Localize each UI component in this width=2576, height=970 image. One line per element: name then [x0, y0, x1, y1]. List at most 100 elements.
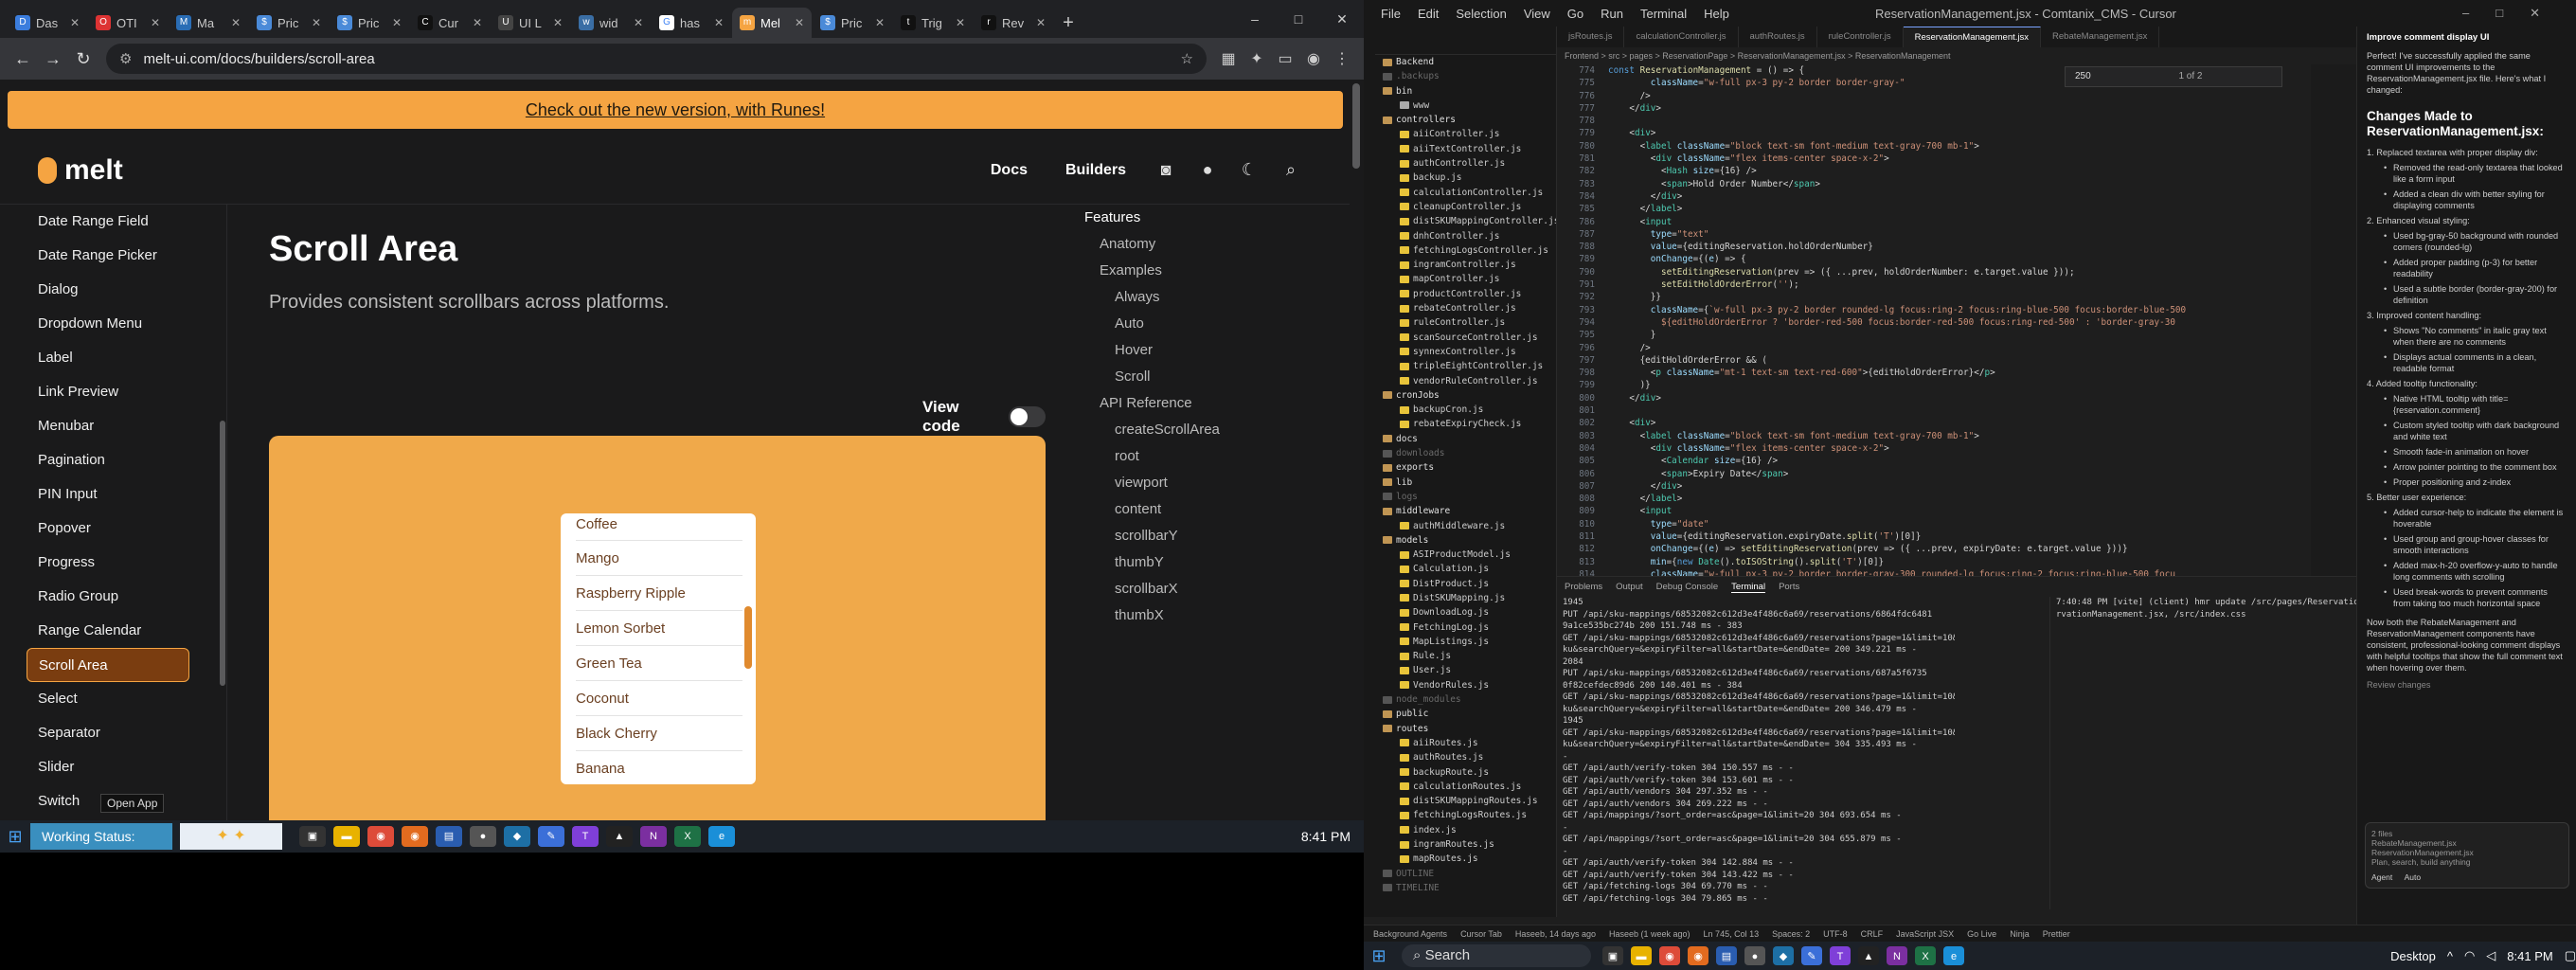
status-item[interactable]: Go Live: [1967, 929, 1996, 939]
toc-link[interactable]: thumbX: [1084, 602, 1331, 629]
status-item[interactable]: JavaScript JSX: [1896, 929, 1954, 939]
forward-icon[interactable]: →: [38, 44, 68, 74]
explorer-item[interactable]: backupRoute.js: [1375, 765, 1556, 780]
status-item[interactable]: Cursor Tab: [1460, 929, 1502, 939]
status-item[interactable]: Haseeb, 14 days ago: [1515, 929, 1596, 939]
toc-link[interactable]: viewport: [1084, 470, 1331, 496]
browser-tab[interactable]: w wid ✕: [571, 8, 651, 38]
sidebar-item[interactable]: Date Range Field: [27, 205, 226, 239]
sidebar-item[interactable]: Range Calendar: [27, 614, 226, 648]
browser-tab[interactable]: r Rev ✕: [974, 8, 1053, 38]
explorer-item[interactable]: distSKUMappingController.js: [1375, 214, 1556, 228]
app-icon[interactable]: ▤: [1716, 946, 1737, 965]
explorer-item[interactable]: scanSourceController.js: [1375, 331, 1556, 345]
reload-icon[interactable]: ↻: [68, 44, 98, 74]
editor-tab[interactable]: authRoutes.js: [1739, 27, 1817, 47]
explorer-item[interactable]: calculationRoutes.js: [1375, 780, 1556, 794]
panel-tab[interactable]: Debug Console: [1656, 582, 1719, 592]
explorer-item[interactable]: authController.js: [1375, 156, 1556, 171]
melt-logo[interactable]: melt: [38, 154, 123, 187]
extension-icon[interactable]: ▦: [1214, 49, 1243, 68]
terminal-backend[interactable]: 1945 PUT /api/sku-mappings/68532082c612d3…: [1557, 597, 1955, 909]
windows-start-icon-right[interactable]: ⊞: [1364, 940, 1394, 970]
browser-tab[interactable]: Ghas ✕: [652, 8, 731, 38]
github-icon[interactable]: ●: [1187, 160, 1228, 180]
nav-builders[interactable]: Builders: [1065, 162, 1126, 179]
view-code-switch[interactable]: [1008, 406, 1046, 427]
explorer-item[interactable]: TIMELINE: [1375, 881, 1556, 895]
status-item[interactable]: CRLF: [1861, 929, 1884, 939]
toc-link[interactable]: Always: [1084, 284, 1331, 311]
status-item[interactable]: Prettier: [2043, 929, 2070, 939]
editor-tab[interactable]: ReservationManagement.jsx: [1903, 27, 2042, 47]
vscode-icon[interactable]: ◆: [1773, 946, 1794, 965]
sidebar-item[interactable]: Menubar: [27, 409, 226, 443]
excel-icon[interactable]: X: [1915, 946, 1936, 965]
explorer-item[interactable]: .backups: [1375, 69, 1556, 83]
cursor-icon[interactable]: ▲: [606, 826, 633, 847]
toc-link[interactable]: Examples: [1084, 258, 1331, 284]
profile-icon[interactable]: ◉: [1299, 49, 1328, 68]
tab-close-icon[interactable]: ✕: [1036, 16, 1046, 29]
edge-icon[interactable]: e: [1943, 946, 1964, 965]
scrollbar-thumb[interactable]: [744, 606, 752, 669]
editor-breadcrumb[interactable]: Frontend > src > pages > ReservationPage…: [1557, 47, 2371, 64]
sidebar-item[interactable]: Separator: [27, 716, 226, 750]
wifi-icon[interactable]: ◠: [2464, 948, 2475, 963]
explorer-item[interactable]: Backend: [1375, 55, 1556, 69]
tab-close-icon[interactable]: ✕: [714, 16, 724, 29]
status-item[interactable]: Haseeb (1 week ago): [1609, 929, 1690, 939]
toc-link[interactable]: Scroll: [1084, 364, 1331, 390]
editor-tab[interactable]: jsRoutes.js: [1557, 27, 1625, 47]
changed-file[interactable]: RebateManagement.jsx: [2371, 838, 2563, 848]
explorer-item[interactable]: aiiRoutes.js: [1375, 736, 1556, 750]
sidebar-item[interactable]: Label: [27, 341, 226, 375]
editor-tab[interactable]: calculationController.js: [1624, 27, 1739, 47]
editor-tab[interactable]: RebateManagement.jsx: [2041, 27, 2160, 47]
chrome-icon[interactable]: ◉: [1659, 946, 1680, 965]
sidebar-item[interactable]: Date Range Picker: [27, 239, 226, 273]
terminal-frontend[interactable]: 7:40:48 PM [vite] (client) hmr update /s…: [2049, 597, 2371, 909]
toc-link[interactable]: createScrollArea: [1084, 417, 1331, 443]
tab-close-icon[interactable]: ✕: [312, 16, 321, 29]
theme-toggle-icon[interactable]: ☾: [1228, 160, 1270, 180]
status-item[interactable]: Spaces: 2: [1772, 929, 1810, 939]
close-window-icon[interactable]: ✕: [1320, 0, 1364, 38]
explorer-item[interactable]: aiiController.js: [1375, 127, 1556, 141]
explorer-item[interactable]: ruleController.js: [1375, 315, 1556, 330]
maximize-icon[interactable]: □: [1277, 0, 1320, 38]
onenote-icon[interactable]: N: [640, 826, 667, 847]
toc-link[interactable]: Features: [1084, 205, 1331, 231]
menu-item[interactable]: Edit: [1418, 7, 1439, 21]
explorer-item[interactable]: rebateController.js: [1375, 301, 1556, 315]
composer-input[interactable]: Plan, search, build anything: [2371, 857, 2563, 867]
page-scrollbar[interactable]: [1352, 83, 1360, 169]
scroll-area-viewport[interactable]: Banana Black Cherry Coconut Green Tea Lemon …: [561, 513, 756, 784]
taskbar-search[interactable]: ⌕ Search: [1402, 944, 1591, 967]
explorer-item[interactable]: cleanupController.js: [1375, 200, 1556, 214]
working-status-button[interactable]: Working Status: Active: [30, 823, 172, 871]
panel-tab[interactable]: Output: [1616, 582, 1643, 592]
windows-start-icon[interactable]: ⊞: [0, 820, 30, 853]
menu-item[interactable]: Run: [1601, 7, 1623, 21]
sidebar-scrollbar[interactable]: [220, 421, 225, 686]
cursor-icon[interactable]: ▲: [1858, 946, 1879, 965]
explorer-item[interactable]: ingramController.js: [1375, 258, 1556, 272]
tab-close-icon[interactable]: ✕: [795, 16, 804, 29]
announcement-banner[interactable]: Check out the new version, with Runes!: [8, 91, 1343, 129]
volume-icon[interactable]: ◁: [2486, 948, 2496, 963]
github-desktop-icon[interactable]: ●: [1744, 946, 1765, 965]
back-icon[interactable]: ←: [8, 44, 38, 74]
explorer-item[interactable]: User.js: [1375, 663, 1556, 677]
explorer-item[interactable]: synnexController.js: [1375, 345, 1556, 359]
sidebar-item[interactable]: PIN Input: [27, 477, 226, 512]
changed-file[interactable]: ReservationManagement.jsx: [2371, 848, 2563, 857]
explorer-item[interactable]: logs: [1375, 490, 1556, 504]
browser-tab[interactable]: $ Pric ✕: [330, 8, 409, 38]
tab-close-icon[interactable]: ✕: [392, 16, 402, 29]
status-item[interactable]: UTF-8: [1823, 929, 1848, 939]
explorer-item[interactable]: calculationController.js: [1375, 186, 1556, 200]
menu-item[interactable]: Selection: [1456, 7, 1506, 21]
new-tab-icon[interactable]: +: [1054, 8, 1082, 38]
status-item[interactable]: Ln 745, Col 13: [1704, 929, 1760, 939]
